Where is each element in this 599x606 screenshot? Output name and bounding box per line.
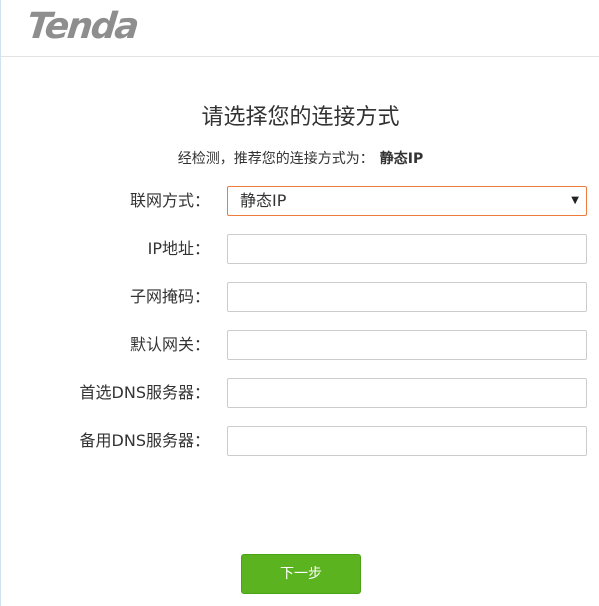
next-step-button[interactable]: 下一步 — [241, 554, 361, 594]
ip-address-input[interactable] — [227, 234, 587, 264]
subnet-mask-label: 子网掩码： — [129, 287, 210, 306]
detection-value: 静态IP — [379, 151, 424, 167]
secondary-dns-input[interactable] — [227, 426, 587, 456]
primary-dns-input[interactable] — [227, 378, 587, 408]
connection-type-row: 联网方式： 静态IP ▼ — [1, 186, 599, 216]
setup-page: Tenda 请选择您的连接方式 经检测，推荐您的连接方式为： 静态IP 联网方式：… — [0, 0, 599, 606]
ip-address-label: IP地址： — [147, 239, 210, 258]
primary-dns-row: 首选DNS服务器： — [1, 378, 599, 408]
detection-message: 经检测，推荐您的连接方式为： 静态IP — [1, 148, 599, 170]
tenda-logo: Tenda — [24, 6, 140, 47]
gateway-label: 默认网关： — [129, 335, 210, 354]
gateway-input[interactable] — [227, 330, 587, 360]
connection-type-select[interactable]: 静态IP ▼ — [227, 186, 587, 216]
secondary-dns-label: 备用DNS服务器： — [79, 431, 210, 450]
subnet-mask-row: 子网掩码： — [1, 282, 599, 312]
gateway-row: 默认网关： — [1, 330, 599, 360]
subnet-mask-input[interactable] — [227, 282, 587, 312]
detection-prefix: 经检测，推荐您的连接方式为： — [177, 151, 374, 167]
header: Tenda — [1, 0, 599, 57]
primary-dns-label: 首选DNS服务器： — [79, 383, 210, 402]
connection-type-label: 联网方式： — [129, 191, 210, 210]
secondary-dns-row: 备用DNS服务器： — [1, 426, 599, 456]
connection-type-value: 静态IP — [240, 191, 287, 210]
chevron-down-icon: ▼ — [571, 195, 579, 206]
page-title: 请选择您的连接方式 — [201, 105, 400, 130]
ip-address-row: IP地址： — [1, 234, 599, 264]
